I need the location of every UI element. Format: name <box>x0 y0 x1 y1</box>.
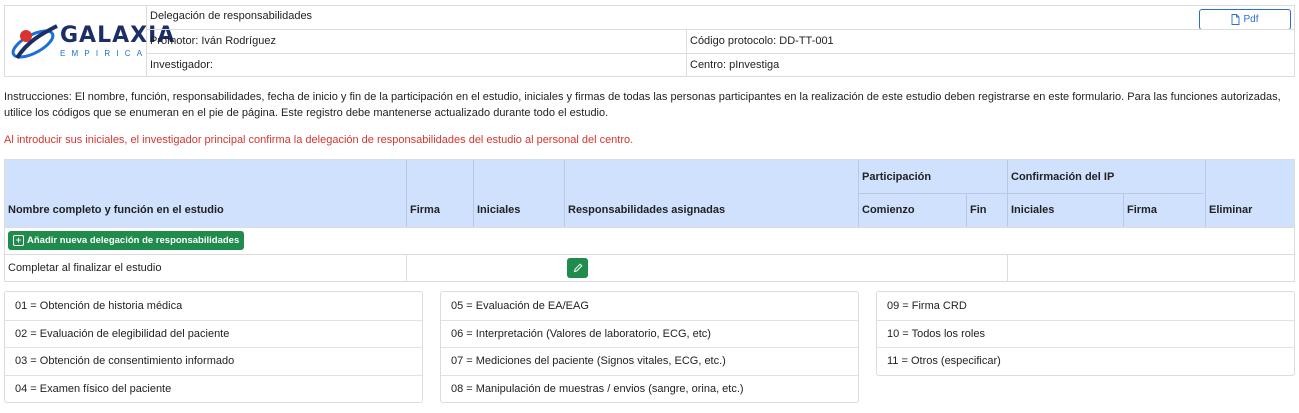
legend-item: 10 = Todos los roles <box>877 319 1294 348</box>
table-header: Nombre completo y función en el estudio … <box>5 160 1294 227</box>
col-header-initials: Iniciales <box>477 204 521 216</box>
pdf-button[interactable]: Pdf <box>1199 9 1291 30</box>
form-title: Delegación de responsabilidades <box>150 10 313 22</box>
legend-item: 07 = Mediciones del paciente (Signos vit… <box>441 347 858 375</box>
col-header-pi-signature: Firma <box>1127 204 1157 216</box>
plus-square-icon: + <box>13 235 24 246</box>
col-header-name: Nombre completo y función en el estudio <box>8 204 224 216</box>
legend-column-3: 09 = Firma CRD 10 = Todos los roles 11 =… <box>876 291 1295 376</box>
legend-item: 03 = Obtención de consentimiento informa… <box>5 347 422 375</box>
legend-item: 11 = Otros (especificar) <box>877 347 1294 375</box>
legend-column-2: 05 = Evaluación de EA/EAG 06 = Interpret… <box>440 291 859 403</box>
legend-item: 05 = Evaluación de EA/EAG <box>451 299 589 312</box>
edit-button[interactable] <box>567 258 588 278</box>
pdf-file-icon <box>1232 14 1240 25</box>
legend-column-1: 01 = Obtención de historia médica 02 = E… <box>4 291 423 403</box>
delegation-table: Nombre completo y función en el estudio … <box>4 159 1295 282</box>
protocol-code-field: Código protocolo: DD-TT-001 <box>690 35 834 47</box>
promotor-field: Promotor: Iván Rodríguez <box>147 30 687 52</box>
add-delegation-button[interactable]: + Añadir nueva delegación de responsabil… <box>8 231 245 250</box>
col-header-responsibilities: Responsabilidades asignadas <box>568 204 726 216</box>
instructions-text: Instrucciones: El nombre, función, respo… <box>4 91 1281 119</box>
legend-item: 08 = Manipulación de muestras / envios (… <box>441 374 858 403</box>
galaxia-logo-icon <box>11 24 58 60</box>
col-header-pi-confirmation: Confirmación del IP <box>1011 171 1115 183</box>
pi-confirmation-warning: Al introducir sus iniciales, el investig… <box>4 134 634 146</box>
investigator-field: Investigador: <box>147 54 687 76</box>
col-header-signature: Firma <box>410 204 440 216</box>
col-header-participation: Participación <box>862 171 932 183</box>
add-delegation-label: Añadir nueva delegación de responsabilid… <box>27 235 240 246</box>
legend-item: 04 = Examen físico del paciente <box>5 374 422 403</box>
pdf-button-label: Pdf <box>1243 14 1259 25</box>
legend-item: 01 = Obtención de historia médica <box>15 299 183 312</box>
legend-item: 02 = Evaluación de elegibilidad del paci… <box>5 319 422 348</box>
add-row: + Añadir nueva delegación de responsabil… <box>5 227 1294 254</box>
legend-item: 06 = Interpretación (Valores de laborato… <box>441 319 858 348</box>
col-header-start: Comienzo <box>862 204 915 216</box>
col-header-pi-initials: Iniciales <box>1011 204 1055 216</box>
pencil-icon <box>573 263 583 273</box>
col-header-end: Fin <box>970 204 987 216</box>
company-logo: GALAXIA EMPIRICA <box>5 6 174 76</box>
final-row-label: Completar al finalizar el estudio <box>8 262 162 274</box>
legend-item: 09 = Firma CRD <box>887 299 967 312</box>
table-row: Completar al finalizar el estudio <box>5 254 1294 281</box>
protocol-header: GALAXIA EMPIRICA Delegación de responsab… <box>4 5 1295 77</box>
logo-subtitle: EMPIRICA <box>60 49 149 58</box>
center-field: Centro: pInvestiga <box>690 59 780 71</box>
col-header-delete: Eliminar <box>1209 204 1253 216</box>
